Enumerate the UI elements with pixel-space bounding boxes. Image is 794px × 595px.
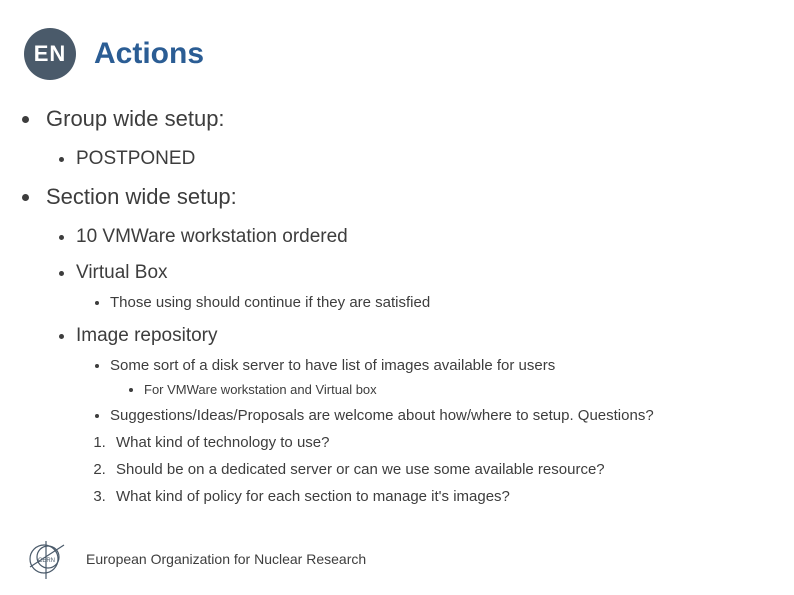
slide-header: EN Actions — [0, 0, 794, 80]
footer-text: European Organization for Nuclear Resear… — [86, 551, 366, 567]
question-technology: What kind of technology to use? — [110, 434, 794, 451]
question-dedicated-server: Should be on a dedicated server or can w… — [110, 461, 794, 478]
bullet-section-setup: Section wide setup: 10 VMWare workstatio… — [42, 184, 794, 505]
cern-logo-icon: CERN — [24, 537, 68, 581]
bullet-group-setup: Group wide setup: POSTPONED — [42, 106, 794, 170]
bullet-image-repo: Image repository Some sort of a disk ser… — [76, 325, 794, 505]
bullet-suggestions: Suggestions/Ideas/Proposals are welcome … — [110, 407, 794, 424]
en-badge-icon: EN — [24, 28, 76, 80]
bullet-disk-server: Some sort of a disk server to have list … — [110, 357, 794, 397]
text-disk-server: Some sort of a disk server to have list … — [110, 357, 555, 374]
slide-footer: CERN European Organization for Nuclear R… — [24, 537, 366, 581]
bullet-virtualbox: Virtual Box Those using should continue … — [76, 262, 794, 311]
bullet-virtualbox-continue: Those using should continue if they are … — [110, 294, 794, 311]
text-section-setup: Section wide setup: — [42, 184, 237, 209]
svg-text:CERN: CERN — [38, 558, 55, 564]
text-virtualbox: Virtual Box — [76, 262, 168, 283]
slide-content: Group wide setup: POSTPONED Section wide… — [0, 80, 794, 505]
bullet-for-vmware-vbox: For VMWare workstation and Virtual box — [144, 382, 794, 397]
bullet-vmware: 10 VMWare workstation ordered — [76, 226, 794, 248]
text-image-repo: Image repository — [76, 325, 218, 346]
en-badge-text: EN — [34, 41, 67, 67]
slide-title: Actions — [94, 37, 204, 71]
question-policy: What kind of policy for each section to … — [110, 488, 794, 505]
bullet-postponed: POSTPONED — [76, 148, 794, 170]
text-group-setup: Group wide setup: — [42, 106, 225, 131]
